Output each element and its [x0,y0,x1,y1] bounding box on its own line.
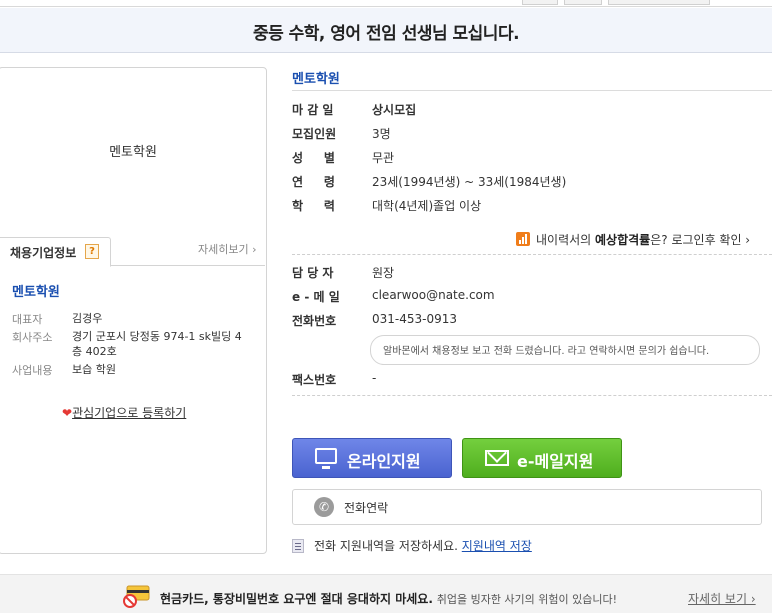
monitor-icon [315,448,337,469]
detail-value: 상시모집 [372,103,417,117]
detail-key: 모집인원 [292,127,337,141]
contact-key: 담 당 자 [292,266,334,280]
phone-contact-label: 전화연락 [344,501,389,515]
warning-text: 현금카드, 통장비밀번호 요구엔 절대 응대하지 마세요. 취업을 빙자한 사기… [160,590,617,607]
contact-key: e - 메 일 [292,290,340,304]
job-company-title[interactable]: 멘토학원 [292,68,340,87]
document-icon [292,539,304,553]
favorite-label[interactable]: 관심기업으로 등록하기 [72,406,186,420]
detail-key: 학 력 [292,199,335,213]
divider [292,90,772,91]
info-key: 사업내용 [12,364,53,377]
detail-key: 연 령 [292,175,335,189]
email-apply-label: e-메일지원 [517,452,594,471]
contact-note: 알바몬에서 채용정보 보고 전화 드렸습니다. 라고 연락하시면 문의가 쉽습니… [383,346,710,357]
detail-value: 대학(4년제)졸업 이상 [372,199,482,213]
contact-key: 팩스번호 [292,373,337,387]
pass-rate-bold: 예상합격률 [595,233,651,247]
top-tab[interactable] [564,0,602,5]
info-value: 경기 군포시 당정동 974-1 sk빌딩 4층 402호 [72,330,242,358]
help-icon[interactable]: ? [85,244,99,259]
contact-value: 031-453-0913 [372,312,458,326]
warning-sub: 취업을 빙자한 사기의 위험이 있습니다! [436,593,618,606]
contact-value: - [372,371,377,385]
favorite-company-link[interactable]: ❤관심기업으로 등록하기 [62,404,186,421]
top-tab[interactable] [522,0,558,5]
mail-icon [485,450,509,466]
top-tab[interactable] [608,0,710,5]
online-apply-label: 온라인지원 [347,452,421,471]
no-card-icon [121,584,151,608]
company-logo-text: 멘토학원 [109,145,157,160]
save-history-text: 전화 지원내역을 저장하세요. [314,539,458,553]
job-header: 중등 수학, 영어 전임 선생님 모십니다. [0,8,772,53]
chart-icon [516,232,530,246]
detail-value: 무관 [372,151,395,165]
info-key: 회사주소 [12,331,53,344]
info-key: 대표자 [12,313,43,326]
company-name[interactable]: 멘토학원 [12,281,60,300]
contact-key: 전화번호 [292,314,337,328]
warning-more-link[interactable]: 자세히 보기 › [688,590,756,607]
online-apply-button[interactable]: 온라인지원 [292,438,452,478]
contact-value: 원장 [372,266,395,280]
detail-key: 마 감 일 [292,103,334,117]
company-more-link[interactable]: 자세히보기 › [198,241,257,257]
contact-value[interactable]: clearwoo@nate.com [372,288,772,302]
pass-rate-prefix: 내이력서의 [536,233,596,247]
phone-icon: ✆ [314,497,334,517]
save-history-link[interactable]: 지원내역 저장 [462,539,532,553]
detail-value: 3명 [372,127,391,141]
email-apply-button[interactable]: e-메일지원 [462,438,622,478]
info-value: 김경우 [72,312,103,325]
top-strip [0,0,772,7]
pass-rate-suffix: 은? 로그인후 확인 › [650,233,751,247]
detail-key: 성 별 [292,151,335,165]
save-history-row: 전화 지원내역을 저장하세요. 지원내역 저장 [314,537,532,554]
page-title: 중등 수학, 영어 전임 선생님 모십니다. [252,24,520,44]
divider [292,395,772,396]
detail-value: 23세(1994년생) ~ 33세(1984년생) [372,175,567,189]
heart-icon: ❤ [62,406,73,420]
warning-bold: 현금카드, 통장비밀번호 요구엔 절대 응대하지 마세요. [160,592,433,606]
tab-company-info-label: 채용기업정보 [10,246,77,260]
info-value: 보습 학원 [72,363,116,376]
pass-rate-link[interactable]: 내이력서의 예상합격률은? 로그인후 확인 › [536,231,750,248]
divider [292,254,772,255]
